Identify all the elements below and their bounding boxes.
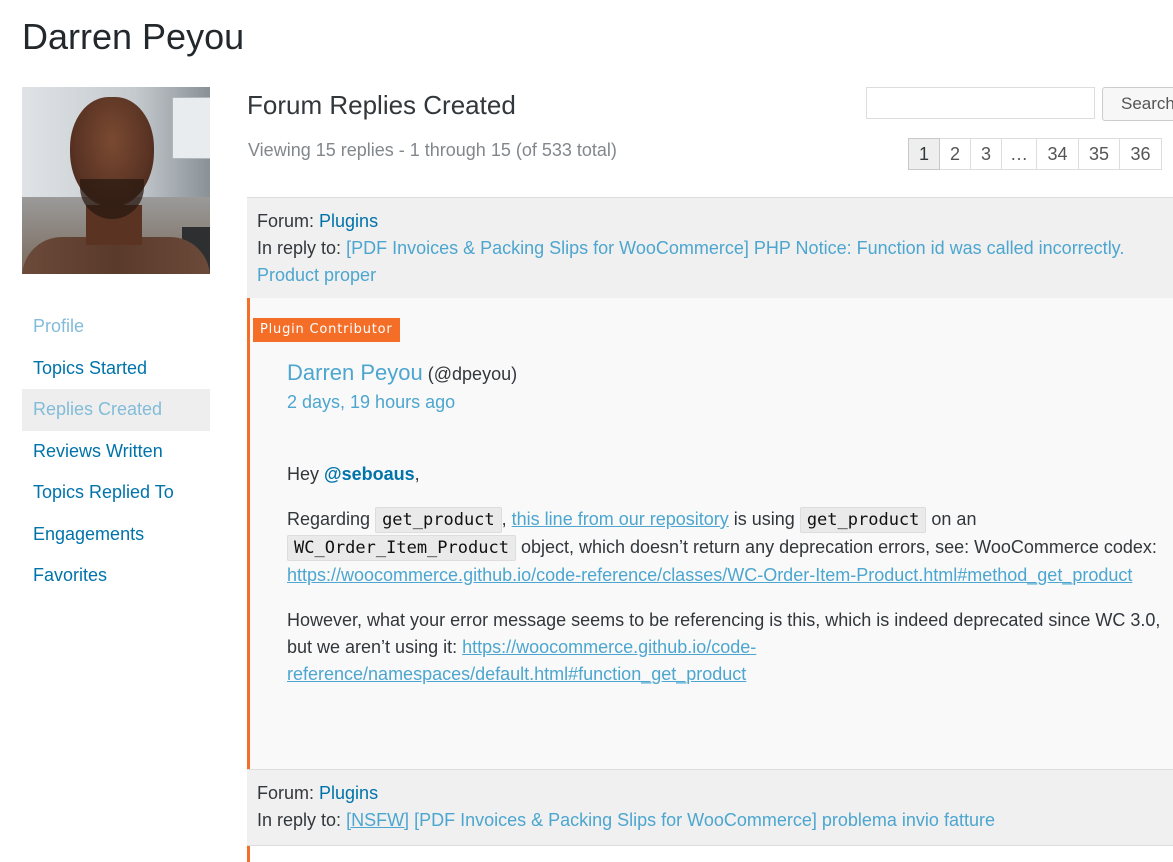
topic-link[interactable]: [PDF Invoices & Packing Slips for WooCom… [257,238,1124,285]
author-handle: (@dpeyou) [427,364,518,384]
codex-method-link[interactable]: https://woocommerce.github.io/code-refer… [287,565,1132,585]
profile-sidebar-nav: Profile Topics Started Replies Created R… [22,306,210,597]
repository-line-link[interactable]: this line from our repository [512,509,729,529]
inline-code: get_product [375,507,502,533]
results-count: Viewing 15 replies - 1 through 15 (of 53… [248,140,617,160]
page-link[interactable]: 3 [971,138,1002,170]
sidebar-item-engagements[interactable]: Engagements [22,514,210,556]
reply-permalink-timestamp[interactable]: 2 days, 19 hours ago [287,392,455,413]
sidebar-item-topics-started[interactable]: Topics Started [22,348,210,390]
text: object, which doesn’t return any depreca… [515,537,1157,557]
forum-link[interactable]: Plugins [319,783,378,803]
section-title: Forum Replies Created [247,90,516,120]
text: , [501,509,512,529]
sidebar-item-label[interactable]: Favorites [33,565,107,585]
reply-to-line: In reply to: [NSFW] [PDF Invoices & Pack… [257,807,1173,834]
sidebar-item-label[interactable]: Topics Started [33,358,147,378]
page-title: Darren Peyou [22,16,245,57]
reply-to-label: In reply to: [257,810,342,830]
sidebar-item-reviews-written[interactable]: Reviews Written [22,431,210,473]
sidebar-item-label[interactable]: Replies Created [33,399,162,419]
forum-label: Forum: [257,783,315,803]
text: is using [728,509,800,529]
sidebar-item-label[interactable]: Engagements [33,524,144,544]
inline-code: get_product [799,507,927,533]
page-link[interactable]: 34 [1037,138,1079,170]
pagination: 1 2 3 … 34 35 36 [908,138,1162,170]
next-reply-accent [247,846,250,862]
nsfw-tag[interactable]: [NSFW] [346,810,409,830]
forum-label: Forum: [257,211,315,231]
reply-author: Darren Peyou (@dpeyou) [287,360,517,386]
sidebar-item-profile[interactable]: Profile [22,306,210,348]
topic-link[interactable]: [PDF Invoices & Packing Slips for WooCom… [414,810,995,830]
page-ellipsis: … [1002,138,1037,170]
page-link[interactable]: 2 [940,138,971,170]
search-button[interactable]: Search [1102,87,1173,121]
forum-line: Forum: Plugins [257,780,1173,807]
reply-paragraph: However, what your error message seems t… [287,607,1167,688]
page-link[interactable]: 36 [1120,138,1162,170]
text: Hey [287,464,325,484]
user-mention-link[interactable]: @seboaus [324,464,415,484]
text: Regarding [287,509,376,529]
reply-paragraph: Hey @seboaus, [287,461,1167,488]
inline-code: WC_Order_Item_Product [287,535,516,561]
plugin-contributor-badge: Plugin Contributor [253,318,400,342]
forum-line: Forum: Plugins [257,208,1173,235]
text: on an [926,509,977,529]
reply-to-line: In reply to: [PDF Invoices & Packing Sli… [257,235,1173,289]
sidebar-item-favorites[interactable]: Favorites [22,555,210,597]
reply-body: Plugin Contributor Darren Peyou (@dpeyou… [247,298,1173,770]
sidebar-item-topics-replied-to[interactable]: Topics Replied To [22,472,210,514]
reply-to-label: In reply to: [257,238,342,258]
reply-header: Forum: Plugins In reply to: [PDF Invoice… [247,197,1173,299]
reply-header: Forum: Plugins In reply to: [NSFW] [PDF … [247,769,1173,846]
sidebar-item-label[interactable]: Profile [33,316,84,336]
text: , [414,464,420,484]
reply-paragraph: Regarding get_product, this line from ou… [287,506,1167,589]
avatar[interactable] [22,87,210,274]
page-link[interactable]: 35 [1079,138,1120,170]
sidebar-item-label[interactable]: Reviews Written [33,441,163,461]
page-current: 1 [908,138,940,170]
avatar-cabinet [172,97,210,159]
sidebar-item-label[interactable]: Topics Replied To [33,482,174,502]
sidebar-item-replies-created[interactable]: Replies Created [22,389,210,431]
forum-link[interactable]: Plugins [319,211,378,231]
search-input[interactable] [866,87,1095,119]
author-name-link[interactable]: Darren Peyou [287,360,423,385]
reply-content: Hey @seboaus, Regarding get_product, thi… [287,461,1167,706]
